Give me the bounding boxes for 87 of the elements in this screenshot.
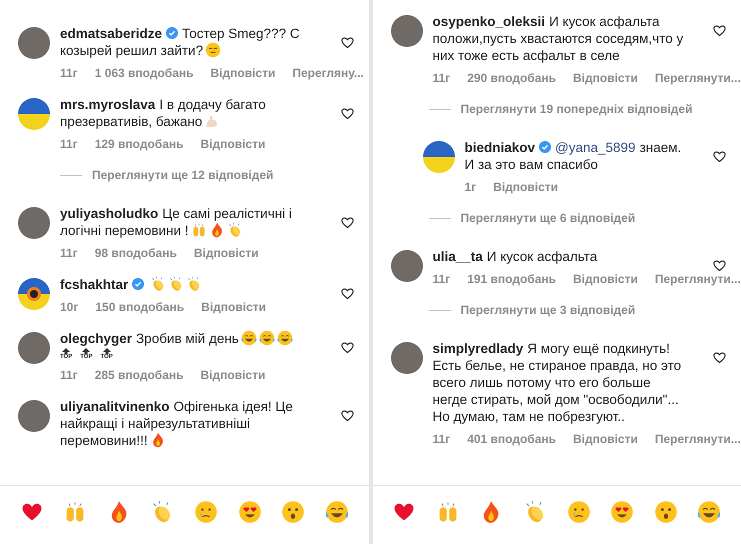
laughing-face-icon [240,330,257,346]
username-link[interactable]: ulia__ta [432,249,483,264]
comment-time: 11г [60,246,78,260]
view-replies-link[interactable]: Переглянути... [654,71,741,85]
view-replies-link[interactable]: Переглянути ще 3 відповідей [460,303,636,317]
comment-text: yuliyasholudko Це самі реалістичні і логічні перемовини ! [60,205,293,239]
heart-eyes-face-icon[interactable] [238,500,262,524]
comment-text: ulia__ta И кусок асфальта [432,248,598,265]
like-heart-icon[interactable] [340,340,354,355]
comment-time: 11г [60,137,78,151]
surprised-face-icon[interactable] [654,500,678,524]
reply-link[interactable]: Відповісти [573,432,638,446]
comment-time: 1г [464,180,476,194]
view-replies-link[interactable]: Переглянути ще 12 відповідей [92,168,274,182]
username-link[interactable]: mrs.myroslava [60,97,156,112]
avatar-photo-placeholder[interactable] [18,400,50,432]
like-heart-icon[interactable] [340,35,354,50]
username-link[interactable]: osypenko_oleksii [432,14,546,29]
laughing-face-icon[interactable] [697,500,722,524]
username-link[interactable]: uliyanalitvinenko [60,399,170,414]
reply-link[interactable]: Відповісти [194,246,259,260]
view-replies-link[interactable]: Переглянути... [654,272,741,286]
flag-avatar[interactable] [18,98,50,130]
like-heart-icon[interactable] [712,23,727,38]
likes-count[interactable]: 1 063 вподобань [94,66,194,80]
comment-time: 11г [60,368,78,382]
comment-text: simplyredlady Я могу ещё подкинуть! Есть белье, не стираное правда, но это всего лишь потому что его больше негде стирать, мой дом "освободили"... Но думаю, там не побрезгуют.. [432,340,682,425]
like-heart-icon[interactable] [712,149,727,164]
avatar-photo-placeholder[interactable] [390,250,422,282]
comment-time: 11г [432,272,450,286]
like-heart-icon[interactable] [340,106,354,121]
comment-text: uliyanalitvinenko Офігенька ідея! Це найкращі і найрезультативніші перемовини!!! [60,398,294,449]
comment-text: edmatsaberidze Тостер Smeg??? С козырей решил зайти? [60,25,301,59]
username-link[interactable]: simplyredlady [432,341,524,356]
username-link[interactable]: fcshakhtar [60,277,128,292]
likes-count[interactable]: 285 вподобань [94,368,184,382]
likes-count[interactable]: 191 вподобань [467,272,556,286]
like-heart-icon[interactable] [340,408,354,423]
laughing-face-icon [276,330,293,346]
avatar-photo-placeholder[interactable] [18,332,50,364]
comment-time: 11г [432,71,450,85]
like-heart-icon[interactable] [712,258,727,273]
reply-link[interactable]: Відповісти [493,180,558,194]
likes-count[interactable]: 150 вподобань [95,300,184,314]
comment-text: osypenko_oleksii И кусок асфальта положи,пусть хвастаются соседям,что у них тоже есть асфальт в селе [432,13,684,64]
username-link[interactable]: olegchyger [60,331,132,346]
like-heart-icon[interactable] [712,350,727,365]
crest-avatar[interactable] [18,278,50,310]
laughing-face-icon [258,330,275,346]
comment-time: 11г [432,432,450,446]
avatar-photo-placeholder[interactable] [18,207,50,239]
expressionless-face-icon [205,42,222,58]
reply-link[interactable]: Відповісти [200,137,266,151]
username-link[interactable]: yuliyasholudko [60,206,158,221]
mention-link[interactable]: @yana_5899 [555,140,636,155]
flag-avatar[interactable] [422,141,454,173]
laughing-face-icon[interactable] [324,500,349,524]
username-link[interactable]: edmatsaberidze [60,26,162,41]
raised-hands-icon [190,222,207,238]
surprised-face-icon[interactable] [281,500,306,524]
view-replies-link[interactable]: Переглянути 19 попередніх відповідей [460,102,692,116]
likes-count[interactable]: 401 вподобань [467,432,556,446]
avatar-photo-placeholder[interactable] [18,27,50,59]
like-heart-icon[interactable] [340,286,354,301]
reply-link[interactable]: Відповісти [201,300,266,314]
comment-time: 10г [60,300,78,314]
reply-link[interactable]: Відповісти [210,66,276,80]
likes-count[interactable]: 290 вподобань [467,71,556,85]
comment-text: olegchyger Зробив мій день [60,330,324,347]
crying-face-icon[interactable] [194,500,218,524]
view-replies-link[interactable]: Перегляну... [292,66,364,80]
comment-time: 11г [60,66,78,80]
reply-link[interactable]: Відповісти [573,272,638,286]
likes-count[interactable]: 129 вподобань [94,137,184,151]
view-replies-link[interactable]: Переглянути... [654,432,741,446]
reply-link[interactable]: Відповісти [200,368,266,382]
reply-link[interactable]: Відповісти [573,71,638,85]
username-link[interactable]: biedniakov [464,140,536,155]
like-heart-icon[interactable] [340,215,354,230]
comment-text: biedniakov @yana_5899 знаем. И за это вам спасибо [464,139,682,173]
avatar-photo-placeholder[interactable] [390,15,422,47]
comment-text: mrs.myroslava І в додачу багато презервативів, бажано [60,96,267,130]
heart-eyes-face-icon[interactable] [610,500,634,524]
likes-count[interactable]: 98 вподобань [94,246,177,260]
avatar-photo-placeholder[interactable] [390,342,422,374]
crying-face-icon[interactable] [566,500,591,524]
view-replies-link[interactable]: Переглянути ще 6 відповідей [460,211,636,225]
